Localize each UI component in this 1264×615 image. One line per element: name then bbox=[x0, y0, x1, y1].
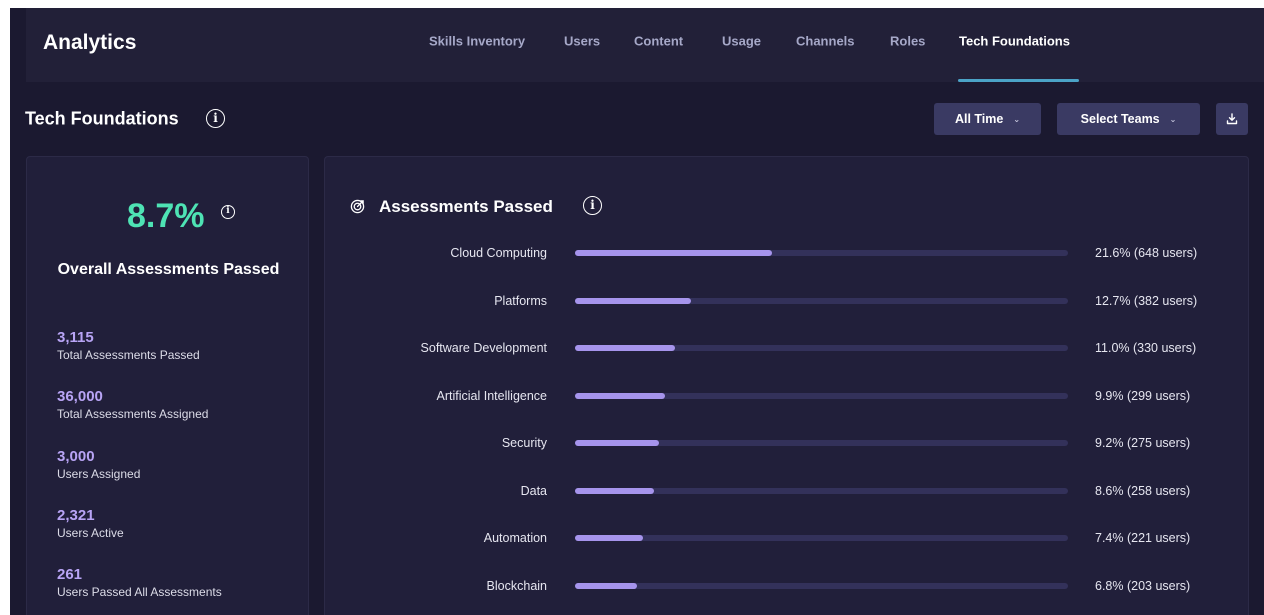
assessment-bar-fill bbox=[575, 392, 666, 399]
stat-value: 3,000 bbox=[57, 448, 95, 465]
assessment-row: Software Development 11.0% (330 users) bbox=[325, 338, 1250, 358]
assessment-label: Data bbox=[520, 483, 547, 498]
assessment-value: 7.4% (221 users) bbox=[1095, 531, 1191, 545]
stat-total-passed: 3,115 Total Assessments Passed bbox=[57, 329, 200, 362]
tab-content[interactable]: Content bbox=[634, 34, 683, 49]
tab-tech-foundations[interactable]: Tech Foundations bbox=[959, 34, 1070, 49]
assessment-bar-track bbox=[575, 582, 1068, 589]
tab-channels[interactable]: Channels bbox=[796, 34, 855, 49]
assessment-value: 9.9% (299 users) bbox=[1095, 388, 1191, 403]
assessment-bar-track bbox=[575, 535, 1068, 541]
assessment-row: Data 8.6% (258 users) bbox=[325, 481, 1250, 501]
tab-users[interactable]: Users bbox=[564, 34, 600, 49]
time-filter-label: All Time bbox=[954, 112, 1004, 126]
stat-users-assigned: 3,000 Users Assigned bbox=[57, 448, 140, 481]
time-filter-dropdown[interactable]: All Time ⌄ bbox=[934, 103, 1041, 135]
target-icon bbox=[350, 199, 365, 214]
assessment-value: 21.6% (648 users) bbox=[1095, 246, 1198, 260]
overall-pass-percentage: 8.7% bbox=[127, 197, 205, 235]
assessment-label: Security bbox=[501, 436, 547, 450]
team-filter-label: Select Teams bbox=[1080, 112, 1160, 126]
info-icon[interactable]: i bbox=[206, 109, 225, 128]
stat-users-active: 2,321 Users Active bbox=[57, 507, 124, 540]
stat-users-passed-all: 261 Users Passed All Assessments bbox=[57, 566, 222, 599]
stat-label: Total Assessments Assigned bbox=[57, 407, 209, 421]
overall-pass-label: Overall Assessments Passed bbox=[57, 261, 280, 278]
download-button[interactable] bbox=[1216, 103, 1248, 135]
assessment-value: 8.6% (258 users) bbox=[1095, 483, 1191, 498]
stat-value: 3,115 bbox=[57, 329, 94, 346]
assessment-bar-track bbox=[575, 440, 1068, 446]
assessments-title: Assessments Passed bbox=[379, 197, 553, 216]
analytics-app: Analytics Skills Inventory Users Content… bbox=[10, 8, 1264, 615]
stat-value: 261 bbox=[57, 566, 83, 583]
assessment-bar-track bbox=[575, 297, 1068, 304]
assessment-value: 6.8% (203 users) bbox=[1095, 578, 1191, 593]
top-navigation-bar: Analytics Skills Inventory Users Content… bbox=[26, 8, 1264, 82]
chevron-down-icon: ⌄ bbox=[1013, 114, 1021, 124]
chevron-down-icon: ⌄ bbox=[1169, 114, 1177, 124]
stat-label: Users Active bbox=[57, 526, 124, 540]
tab-skills-inventory[interactable]: Skills Inventory bbox=[429, 34, 525, 49]
assessment-label: Cloud Computing bbox=[450, 246, 547, 260]
assessment-label: Automation bbox=[483, 531, 547, 545]
assessment-bar-fill bbox=[575, 487, 654, 494]
analytics-tabs: Skills Inventory Users Content Usage Cha… bbox=[26, 8, 1264, 82]
summary-card: 8.7% i Overall Assessments Passed 3,115 … bbox=[26, 156, 309, 615]
assessment-bar-fill bbox=[575, 440, 659, 446]
assessment-value: 9.2% (275 users) bbox=[1095, 436, 1191, 450]
assessment-row: Cloud Computing 21.6% (648 users) bbox=[325, 243, 1250, 263]
assessment-bar-track bbox=[575, 487, 1068, 494]
download-icon bbox=[1226, 113, 1238, 125]
page-title: Tech Foundations bbox=[25, 108, 179, 129]
tab-usage[interactable]: Usage bbox=[722, 34, 761, 49]
assessment-row: Automation 7.4% (221 users) bbox=[325, 528, 1250, 548]
assessment-value: 11.0% (330 users) bbox=[1095, 341, 1197, 355]
stat-total-assigned: 36,000 Total Assessments Assigned bbox=[57, 388, 208, 421]
assessment-row: Artificial Intelligence 9.9% (299 users) bbox=[325, 386, 1250, 406]
team-filter-dropdown[interactable]: Select Teams ⌄ bbox=[1057, 103, 1200, 135]
stat-label: Total Assessments Passed bbox=[57, 348, 200, 362]
assessments-card: Assessments Passed i Cloud Computing 21.6… bbox=[324, 156, 1249, 615]
stat-value: 36,000 bbox=[57, 388, 103, 405]
stat-value: 2,321 bbox=[57, 507, 95, 524]
assessment-bar-track bbox=[575, 392, 1068, 399]
assessment-bar-track bbox=[575, 345, 1068, 351]
assessment-bar-fill bbox=[575, 345, 676, 351]
active-tab-indicator bbox=[958, 79, 1079, 82]
assessment-value: 12.7% (382 users) bbox=[1095, 293, 1198, 308]
assessment-bar-fill bbox=[575, 250, 773, 256]
info-icon[interactable]: i bbox=[583, 196, 602, 215]
stat-label: Users Passed All Assessments bbox=[57, 585, 222, 599]
tab-roles[interactable]: Roles bbox=[890, 34, 925, 49]
assessment-bar-track bbox=[575, 250, 1068, 256]
assessment-row: Platforms 12.7% (382 users) bbox=[325, 291, 1250, 311]
assessment-row: Blockchain 6.8% (203 users) bbox=[325, 576, 1250, 596]
assessment-bar-fill bbox=[575, 582, 638, 589]
assessment-row: Security 9.2% (275 users) bbox=[325, 433, 1250, 453]
assessment-bar-fill bbox=[575, 297, 691, 304]
assessment-label: Artificial Intelligence bbox=[436, 388, 547, 403]
assessment-label: Blockchain bbox=[486, 578, 547, 593]
stat-label: Users Assigned bbox=[57, 467, 141, 481]
info-icon[interactable]: i bbox=[221, 205, 235, 219]
assessment-label: Platforms bbox=[494, 293, 547, 308]
assessment-bar-fill bbox=[575, 535, 643, 541]
assessment-label: Software Development bbox=[420, 341, 547, 355]
